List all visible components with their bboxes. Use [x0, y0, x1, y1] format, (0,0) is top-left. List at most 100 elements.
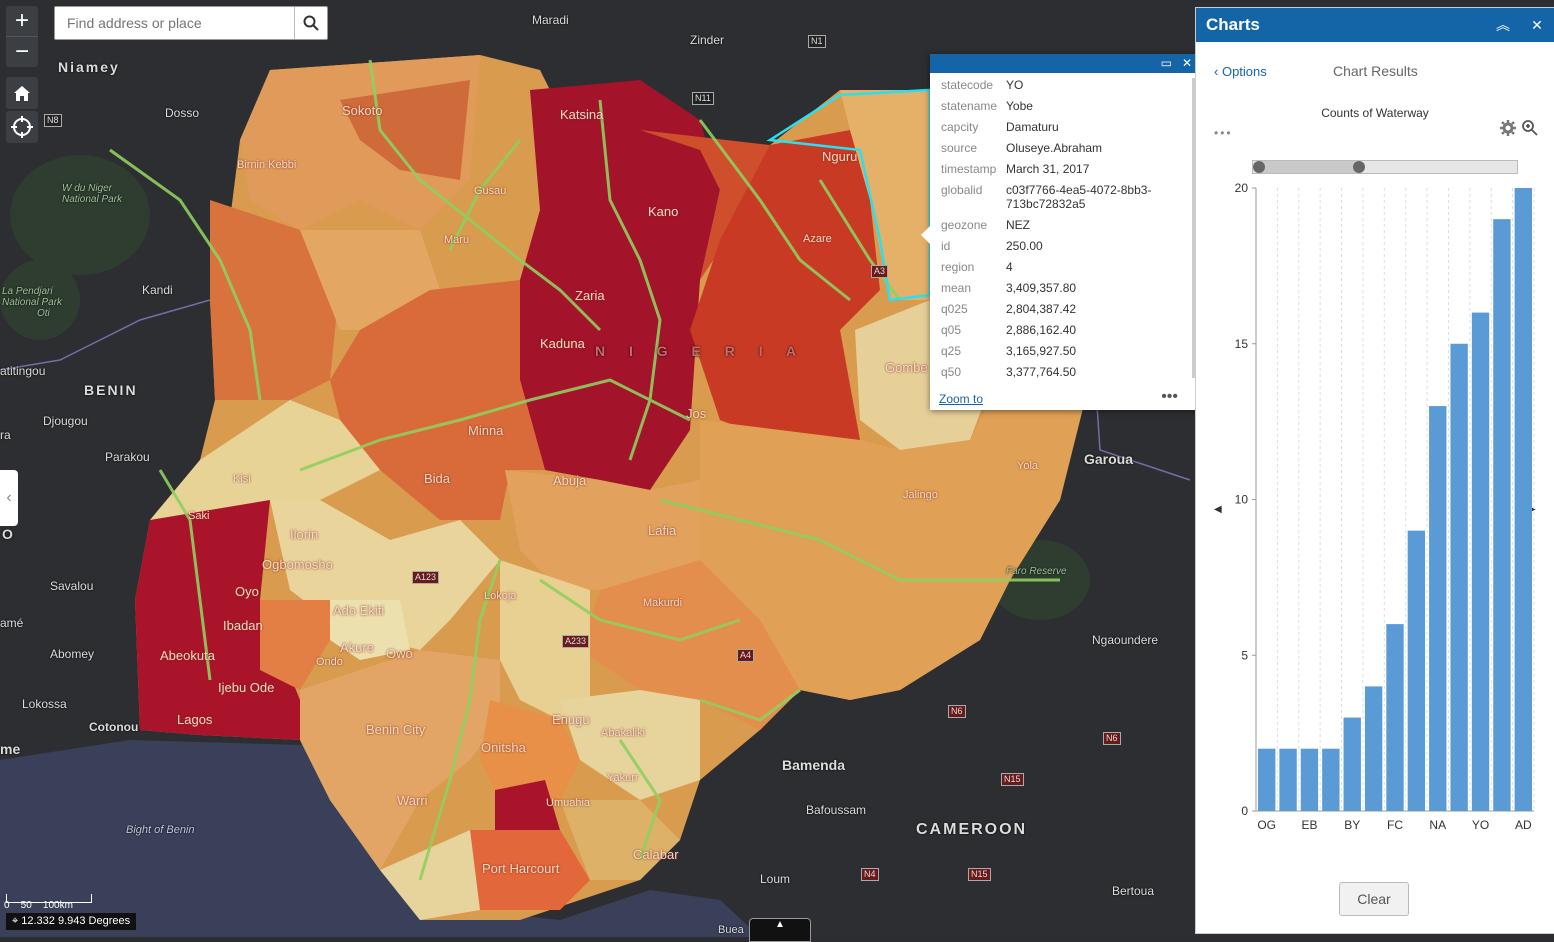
panel-title: Charts: [1206, 15, 1260, 34]
map-label: Bamenda: [782, 757, 846, 773]
field-value: c03f7766-4ea5-4072-8bb3-713bc72832a5: [1006, 183, 1152, 211]
map-label: Dosso: [165, 106, 200, 120]
map-label: Niamey: [58, 59, 120, 75]
x-tick-label: OG: [1257, 818, 1276, 832]
map-label: Umuahia: [546, 797, 591, 809]
zoom-in-button[interactable]: +: [6, 6, 38, 36]
map-label: N I G E R I A: [595, 343, 807, 359]
pagination-dots[interactable]: •••: [1214, 126, 1233, 140]
map-label: Port Harcourt: [482, 861, 560, 876]
zoom-to-link[interactable]: Zoom to: [939, 392, 983, 406]
coordinate-readout: ⌖ 12.332 9.943 Degrees: [6, 913, 137, 930]
bar: [1407, 530, 1426, 811]
bar: [1343, 717, 1361, 811]
y-tick-label: 15: [1235, 337, 1249, 351]
road-shield: A233: [562, 635, 590, 648]
map-label: Kisi: [233, 473, 251, 485]
map-park-label: Oti: [37, 308, 50, 319]
field-value: 4: [1006, 260, 1013, 274]
caret-up-icon: ▲: [775, 919, 785, 930]
map-label: Warri: [397, 793, 428, 808]
map-label: Ogbomosho: [262, 557, 333, 572]
popup-attributes: statecode YO statename Yobe capcity Damaturu s…: [930, 78, 1192, 388]
search-icon: [303, 15, 319, 31]
y-tick-label: 20: [1235, 181, 1249, 195]
road-shield: N15: [968, 868, 991, 881]
map-label: Onitsha: [481, 740, 526, 755]
map-label: Enugu: [552, 712, 590, 727]
scale-labels: 0 50 100km: [4, 900, 73, 911]
expand-left-panel-button[interactable]: ‹: [0, 470, 18, 526]
map-label: Kaduna: [540, 336, 585, 351]
attribution-toggle[interactable]: ▲: [749, 918, 811, 942]
road-shield: N6: [1103, 732, 1121, 745]
field-name: region: [941, 260, 975, 274]
map-label: Ondo: [316, 656, 343, 668]
road-shield: N11: [692, 92, 714, 105]
y-tick-label: 0: [1241, 804, 1248, 818]
map-label: Abomey: [50, 647, 95, 661]
locate-button[interactable]: [6, 111, 38, 143]
slider-range: [1257, 161, 1357, 173]
clear-button[interactable]: Clear: [1339, 882, 1409, 916]
map-label: me: [0, 741, 21, 757]
maximize-icon[interactable]: ▭: [1161, 54, 1172, 73]
chevron-left-icon: ‹: [1214, 64, 1222, 79]
map-label: Azare: [803, 233, 832, 245]
popup-row-statename: statename Yobe: [930, 99, 1192, 113]
slider-handle-left[interactable]: [1253, 161, 1265, 173]
map-label: Ilorin: [290, 527, 319, 542]
road-shield: A123: [412, 571, 440, 584]
field-value: 3,377,764.50: [1006, 365, 1077, 379]
bar: [1514, 188, 1532, 811]
road-shield: N6: [948, 705, 966, 718]
options-link[interactable]: ‹ Options: [1214, 64, 1267, 79]
home-button[interactable]: [6, 77, 38, 109]
popup-row-q25: q25 3,165,927.50: [930, 344, 1192, 358]
gear-icon[interactable]: [1499, 119, 1517, 137]
map-label: Lagos: [177, 712, 213, 727]
map-label: Loum: [760, 872, 791, 886]
map-label: Oyo: [235, 584, 259, 599]
map-label: Maradi: [532, 13, 569, 27]
field-name: statename: [941, 99, 998, 113]
map-label: amé: [0, 616, 24, 630]
map-label: Lokossa: [22, 697, 67, 711]
field-name: statecode: [941, 78, 994, 92]
field-name: source: [941, 141, 978, 155]
map-label: Bafoussam: [806, 803, 867, 817]
map-label: Ngaoundere: [1092, 633, 1159, 647]
search-button[interactable]: [294, 7, 327, 39]
range-slider[interactable]: [1252, 160, 1518, 174]
popup-pointer: [921, 226, 930, 244]
slider-handle-right[interactable]: [1353, 161, 1365, 173]
feature-popup: ▭ ✕ statecode YO statename Yobe capcity Damat…: [921, 54, 1198, 410]
popup-row-q025: q025 2,804,387.42: [930, 302, 1192, 316]
map-label: Abeokuta: [160, 648, 215, 663]
map-label: Ibadan: [223, 618, 263, 633]
map-label: Gusau: [474, 185, 507, 197]
bar: [1258, 748, 1276, 811]
popup-row-mean: mean 3,409,357.80: [930, 281, 1192, 295]
map-label: Gombe: [885, 360, 928, 375]
zoom-out-button[interactable]: −: [6, 36, 38, 67]
search-input[interactable]: [55, 7, 294, 39]
more-actions-icon[interactable]: •••: [1161, 388, 1178, 406]
map-park-label: Faro Reserve: [1006, 566, 1067, 577]
map-label: O: [2, 526, 15, 542]
field-value: March 31, 2017: [1006, 162, 1090, 176]
field-name: q50: [941, 365, 962, 379]
close-icon[interactable]: ✕: [1182, 54, 1192, 73]
map-label: Minna: [468, 423, 504, 438]
zoom-icon[interactable]: [1521, 119, 1539, 137]
map-label: Ado Ekiti: [333, 603, 385, 618]
collapse-icon[interactable]: ︽: [1486, 15, 1520, 35]
map-label: Djougou: [43, 414, 88, 428]
map-label: Lokoja: [484, 590, 517, 602]
x-tick-label: FC: [1387, 818, 1403, 832]
search-box: [54, 6, 328, 40]
panel-header: Charts ︽ ✕: [1196, 8, 1554, 42]
field-value: Damaturu: [1006, 120, 1059, 134]
close-icon[interactable]: ✕: [1520, 17, 1554, 34]
map-label: Maru: [444, 234, 470, 246]
